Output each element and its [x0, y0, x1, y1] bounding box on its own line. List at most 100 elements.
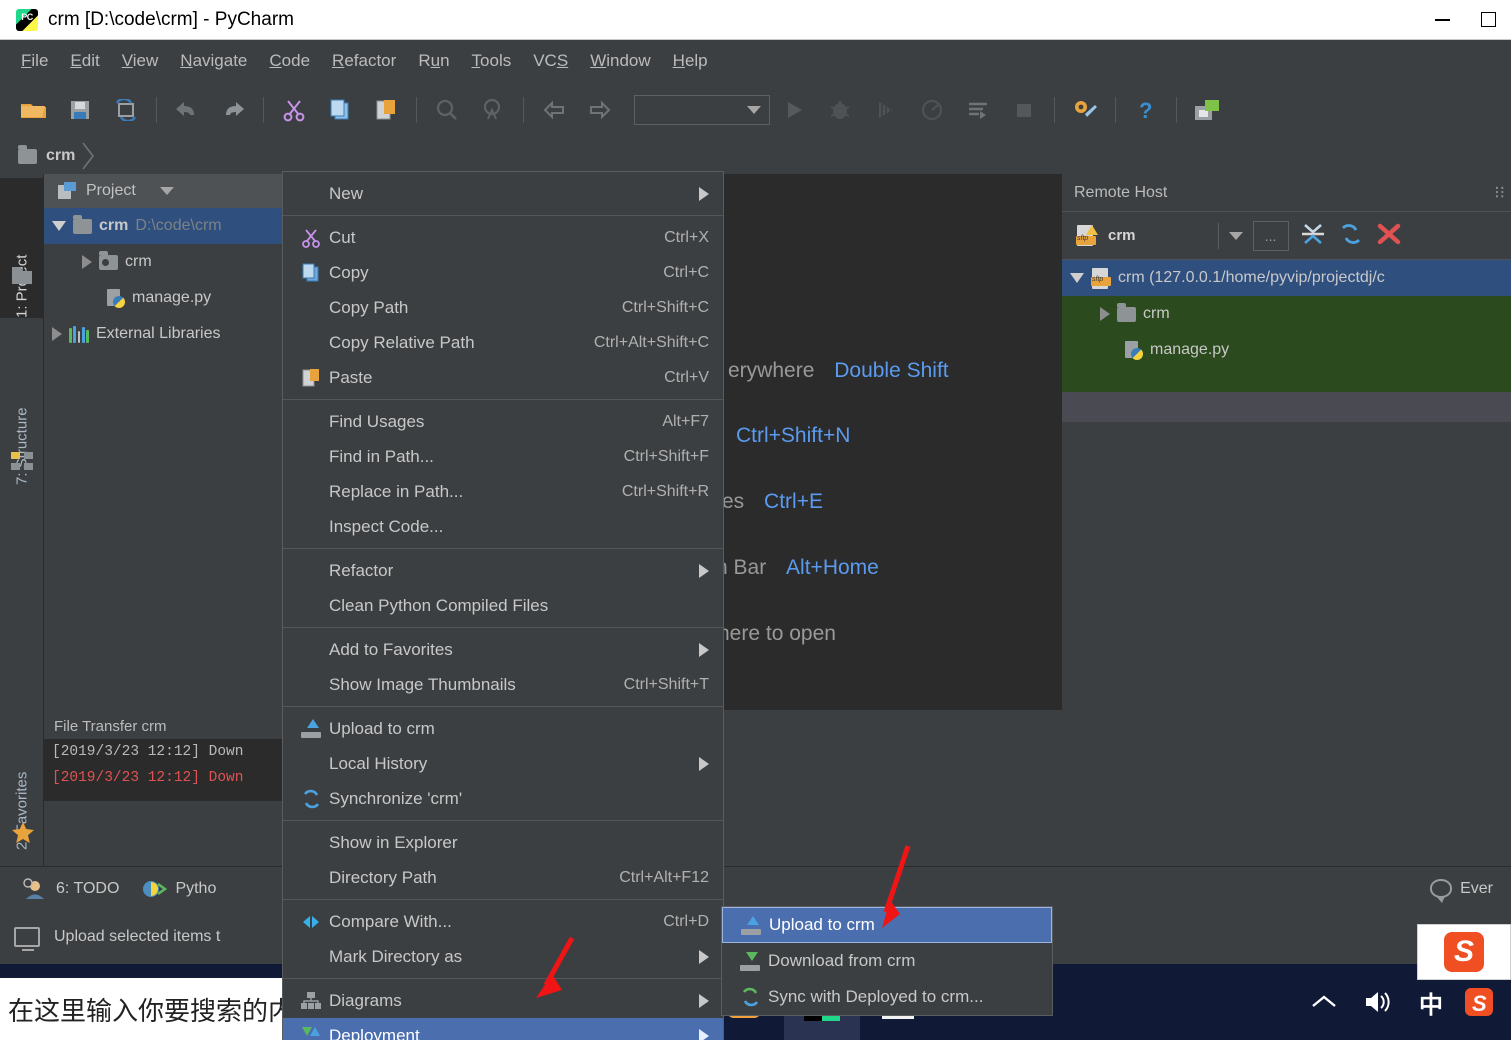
menu-item-label: Copy Relative Path — [329, 332, 475, 352]
project-tree-row-crm-pkg[interactable]: crm — [44, 244, 284, 280]
submenu-item-label: Download from crm — [768, 951, 916, 970]
menu-run[interactable]: Run — [407, 48, 460, 74]
menu-edit[interactable]: Edit — [59, 48, 110, 74]
redo-icon[interactable] — [211, 90, 255, 130]
submenu-item-download-from-crm[interactable]: Download from crm — [722, 943, 1052, 979]
sogou-icon[interactable]: S — [1457, 986, 1501, 1018]
chevron-down-icon[interactable] — [159, 187, 174, 195]
chevron-down-icon[interactable] — [52, 221, 66, 231]
collapse-all-icon[interactable] — [1299, 222, 1327, 250]
bottom-tab-todo[interactable]: 6: TODO — [22, 877, 119, 900]
more-options-button[interactable]: ... — [1252, 220, 1289, 251]
menu-window[interactable]: Window — [579, 48, 661, 74]
minimize-button[interactable] — [1419, 1, 1465, 39]
menu-item-new[interactable]: New — [283, 176, 723, 211]
stop-icon[interactable] — [1002, 90, 1046, 130]
menu-help[interactable]: Help — [662, 48, 719, 74]
replace-icon[interactable] — [471, 90, 515, 130]
menu-item-refactor[interactable]: Refactor — [283, 553, 723, 588]
menu-refactor[interactable]: Refactor — [321, 48, 407, 74]
bottom-tab-event-log[interactable]: Ever — [1430, 879, 1493, 903]
coverage-icon[interactable] — [864, 90, 908, 130]
paste-icon[interactable] — [364, 90, 408, 130]
volume-icon[interactable] — [1353, 989, 1405, 1015]
menu-tools[interactable]: Tools — [461, 48, 523, 74]
panel-settings-icon[interactable]: ⁝⁝ — [1494, 183, 1505, 203]
copy-icon[interactable] — [318, 90, 362, 130]
breadcrumb[interactable]: crm — [18, 144, 75, 165]
menu-item-find-in-path[interactable]: Find in Path... Ctrl+Shift+F — [283, 439, 723, 474]
status-bar-content: Upload selected items t — [14, 927, 220, 951]
menu-item-synchronize-crm[interactable]: Synchronize 'crm' — [283, 781, 723, 816]
project-tree-label: External Libraries — [96, 325, 221, 342]
sogou-popup[interactable]: S — [1417, 924, 1511, 980]
menu-item-local-history[interactable]: Local History — [283, 746, 723, 781]
menu-item-upload-to-crm[interactable]: Upload to crm — [283, 711, 723, 746]
screen-icon[interactable] — [14, 927, 40, 951]
debug-icon[interactable] — [818, 90, 862, 130]
undo-icon[interactable] — [165, 90, 209, 130]
run-configuration-selector[interactable] — [634, 95, 770, 125]
menu-item-clean-python-compiled-files[interactable]: Clean Python Compiled Files — [283, 588, 723, 623]
menu-item-inspect-code[interactable]: Inspect Code... — [283, 509, 723, 544]
run-with-args-icon[interactable] — [956, 90, 1000, 130]
menu-item-compare-with[interactable]: Compare With... Ctrl+D — [283, 904, 723, 939]
menu-file[interactable]: File — [10, 48, 59, 74]
sync-icon[interactable] — [104, 90, 148, 130]
settings-icon[interactable] — [1063, 90, 1107, 130]
menu-code[interactable]: Code — [258, 48, 321, 74]
menu-item-paste[interactable]: Paste Ctrl+V — [283, 360, 723, 395]
menu-item-find-usages[interactable]: Find Usages Alt+F7 — [283, 404, 723, 439]
menu-item-copy-path[interactable]: Copy Path Ctrl+Shift+C — [283, 290, 723, 325]
menu-item-show-image-thumbnails[interactable]: Show Image Thumbnails Ctrl+Shift+T — [283, 667, 723, 702]
menu-item-add-to-favorites[interactable]: Add to Favorites — [283, 632, 723, 667]
menu-item-label: Refactor — [329, 560, 394, 580]
submenu-item-sync-with-deployed[interactable]: Sync with Deployed to crm... — [722, 979, 1052, 1015]
submenu-item-upload-to-crm[interactable]: Upload to crm — [722, 907, 1052, 943]
chevron-right-icon[interactable] — [82, 255, 92, 269]
remote-tree-row-root[interactable]: crm (127.0.0.1/home/pyvip/projectdj/c — [1062, 260, 1511, 296]
menu-item-copy[interactable]: Copy Ctrl+C — [283, 255, 723, 290]
sidebar-item-project[interactable]: 1: Project — [0, 178, 44, 318]
chevron-right-icon[interactable] — [1100, 307, 1110, 321]
save-all-icon[interactable] — [58, 90, 102, 130]
find-icon[interactable] — [425, 90, 469, 130]
project-panel-header[interactable]: Project — [44, 174, 284, 208]
open-folder-icon[interactable] — [12, 90, 56, 130]
project-tree-row-external-libraries[interactable]: External Libraries — [44, 316, 284, 352]
menu-view[interactable]: View — [111, 48, 170, 74]
project-tree-row-manage-py[interactable]: manage.py — [44, 280, 284, 316]
ime-chinese-icon[interactable]: 中 — [1409, 985, 1453, 1020]
menu-item-show-in-explorer[interactable]: Show in Explorer — [283, 825, 723, 860]
menu-navigate[interactable]: Navigate — [169, 48, 258, 74]
project-tree-row-crm-root[interactable]: crm D:\code\crm — [44, 208, 284, 244]
menu-item-deployment[interactable]: Deployment — [283, 1018, 723, 1040]
menu-item-replace-in-path[interactable]: Replace in Path... Ctrl+Shift+R — [283, 474, 723, 509]
minimize-icon — [1434, 18, 1450, 21]
menu-item-cut[interactable]: Cut Ctrl+X — [283, 220, 723, 255]
cut-icon[interactable] — [272, 90, 316, 130]
forward-icon[interactable] — [578, 90, 622, 130]
refresh-icon[interactable] — [1337, 222, 1365, 250]
menu-item-diagrams[interactable]: Diagrams — [283, 983, 723, 1018]
disconnect-icon[interactable] — [1375, 222, 1403, 250]
chevron-right-icon[interactable] — [52, 327, 62, 341]
back-icon[interactable] — [532, 90, 576, 130]
run-icon[interactable] — [772, 90, 816, 130]
menu-item-mark-directory-as[interactable]: Mark Directory as — [283, 939, 723, 974]
remote-tree-row-crm[interactable]: crm — [1062, 296, 1511, 332]
cut-icon — [299, 227, 323, 249]
menu-vcs[interactable]: VCS — [522, 48, 579, 74]
bottom-tab-python-console[interactable]: Pytho — [141, 878, 216, 900]
menu-item-copy-relative-path[interactable]: Copy Relative Path Ctrl+Alt+Shift+C — [283, 325, 723, 360]
chevron-up-icon[interactable] — [1299, 990, 1349, 1014]
chevron-down-icon[interactable] — [1228, 231, 1243, 240]
remote-tree-row-manage-py[interactable]: manage.py — [1062, 332, 1511, 368]
chevron-down-icon[interactable] — [1070, 273, 1084, 283]
menu-item-directory-path[interactable]: Directory Path Ctrl+Alt+F12 — [283, 860, 723, 895]
profile-icon[interactable] — [910, 90, 954, 130]
maximize-button[interactable] — [1465, 1, 1511, 39]
help-icon[interactable]: ? — [1124, 90, 1168, 130]
empty-icon-slot — [299, 297, 323, 319]
remote-host-icon[interactable] — [1185, 90, 1229, 130]
